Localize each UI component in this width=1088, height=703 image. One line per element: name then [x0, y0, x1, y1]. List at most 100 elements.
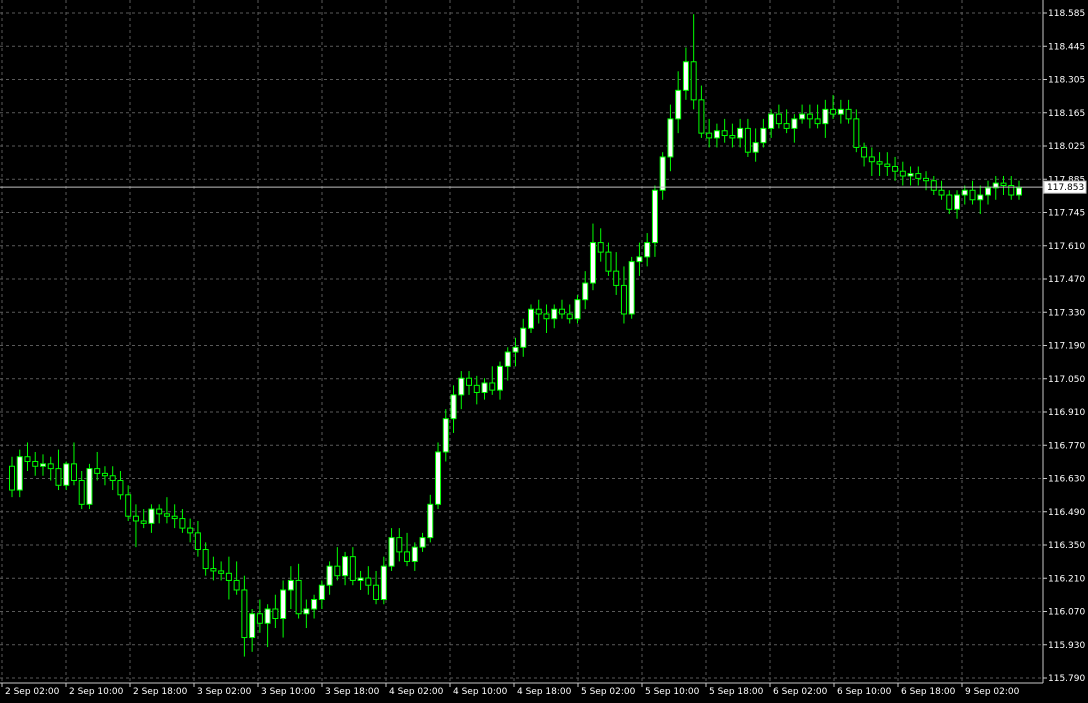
- candle-body-bullish: [659, 156, 666, 191]
- candle-body-bullish: [427, 503, 434, 539]
- candle-body-bullish: [504, 351, 511, 367]
- candle-body-bullish: [481, 382, 488, 393]
- candle-body-bearish: [698, 99, 705, 134]
- x-tick-label: 3 Sep 18:00: [325, 687, 380, 697]
- candle-body-bullish: [497, 365, 504, 391]
- y-tick-label: 118.445: [1048, 42, 1085, 52]
- candle-body-bearish: [566, 313, 573, 320]
- y-axis-ticks: 118.585 118.445 118.305 118.165 118.025 117.8…: [1043, 9, 1085, 684]
- candle-body-bullish: [675, 89, 682, 120]
- candle-body-bearish: [334, 565, 341, 577]
- candle-body-bearish: [272, 608, 279, 620]
- candle-body-bearish: [125, 494, 132, 517]
- candle-body-bullish: [520, 327, 527, 348]
- candle-body-bullish: [822, 108, 829, 125]
- candle-body-bullish: [644, 242, 651, 258]
- candle-body-bullish: [1016, 187, 1022, 196]
- candle-body-bearish: [783, 123, 790, 129]
- candle-body-bullish: [760, 127, 767, 144]
- candle-body-bullish: [752, 142, 759, 153]
- y-tick-label: 117.610: [1048, 242, 1085, 252]
- candle-body-bearish: [117, 480, 124, 496]
- candle: [16, 449, 23, 498]
- candle-body-bullish: [589, 242, 596, 284]
- candle-body-bearish: [558, 308, 565, 315]
- candle-body-bullish: [148, 508, 155, 524]
- candle-body-bullish: [442, 418, 449, 453]
- candle-body-bullish: [264, 608, 271, 624]
- candle-body-bearish: [597, 242, 604, 253]
- y-tick-label: 116.070: [1048, 608, 1085, 618]
- candle-body-bearish: [892, 165, 899, 172]
- candle-body-bearish: [830, 108, 837, 115]
- candle-body-bearish: [930, 180, 937, 191]
- candle-body-bullish: [837, 108, 844, 115]
- current-price-text: 117.853: [1047, 183, 1084, 193]
- candle-body-bearish: [396, 537, 403, 553]
- candle-body-bullish: [799, 113, 806, 120]
- candle-body-bullish: [582, 282, 589, 301]
- y-tick-label: 118.025: [1048, 142, 1085, 152]
- x-tick-label: 5 Sep 10:00: [645, 687, 700, 697]
- candle-body-bearish: [814, 118, 821, 125]
- candle-body-bearish: [9, 465, 15, 491]
- candle-body-bearish: [218, 570, 225, 574]
- candle-body-bullish: [574, 299, 581, 320]
- candle-body-bearish: [156, 508, 163, 515]
- candle-body-bearish: [706, 132, 713, 139]
- candlestick-chart: 118.585 118.445 118.305 118.165 118.025 117.8…: [0, 0, 1088, 703]
- candle-body-bullish: [458, 377, 465, 396]
- candle-body-bearish: [853, 118, 860, 148]
- candle-body-bearish: [187, 527, 194, 534]
- candle-body-bullish: [791, 118, 798, 129]
- candle-body-bearish: [140, 520, 147, 524]
- candle-body-bearish: [845, 108, 852, 120]
- candle-body-bearish: [744, 127, 751, 153]
- candle-body-bearish: [884, 163, 891, 167]
- candle-body-bearish: [194, 532, 201, 551]
- y-tick-label: 115.930: [1048, 641, 1085, 651]
- y-tick-label: 117.470: [1048, 275, 1085, 285]
- y-tick-label: 116.210: [1048, 574, 1085, 584]
- candle-body-bearish: [1000, 182, 1007, 186]
- candle-body-bearish: [132, 515, 139, 522]
- candle-body-bearish: [938, 189, 945, 196]
- x-tick-label: 5 Sep 18:00: [709, 687, 764, 697]
- candle: [574, 294, 581, 324]
- x-tick-label: 2 Sep 10:00: [69, 687, 124, 697]
- x-tick-label: 4 Sep 02:00: [389, 687, 444, 697]
- x-tick-label: 2 Sep 18:00: [133, 687, 188, 697]
- candle-body-bearish: [241, 589, 248, 639]
- x-tick-label: 2 Sep 02:00: [5, 687, 60, 697]
- candle: [628, 256, 635, 319]
- candle-body-bearish: [101, 472, 108, 477]
- candle-body-bullish: [527, 308, 534, 329]
- candle-body-bearish: [233, 579, 240, 591]
- candle: [435, 442, 442, 510]
- candle-body-bearish: [473, 384, 480, 393]
- candle-body-bullish: [249, 613, 256, 639]
- candle-body-bearish: [775, 113, 782, 125]
- y-tick-label: 116.490: [1048, 508, 1085, 518]
- candle-body-bearish: [613, 270, 620, 286]
- candle-body-bullish: [287, 579, 294, 591]
- candle: [86, 463, 93, 510]
- candle-body-bullish: [512, 346, 519, 353]
- x-tick-label: 5 Sep 02:00: [581, 687, 636, 697]
- candle-body-bearish: [861, 146, 868, 158]
- candle-body-bullish: [667, 118, 674, 158]
- candle-body-bearish: [225, 572, 232, 581]
- y-tick-label: 115.790: [1048, 674, 1085, 684]
- candle-body-bearish: [349, 556, 356, 581]
- candle-body-bearish: [404, 551, 411, 562]
- candle-body-bearish: [295, 579, 302, 615]
- candle-body-bearish: [373, 584, 380, 600]
- candle-body-bullish: [342, 556, 349, 577]
- candle-body-bearish: [365, 577, 372, 586]
- candle-body-bullish: [435, 451, 442, 505]
- candle: [527, 304, 534, 334]
- candle-body-bearish: [24, 456, 31, 462]
- x-tick-label: 4 Sep 10:00: [453, 687, 508, 697]
- candle-body-bullish: [682, 61, 689, 91]
- candle-body-bullish: [280, 589, 287, 620]
